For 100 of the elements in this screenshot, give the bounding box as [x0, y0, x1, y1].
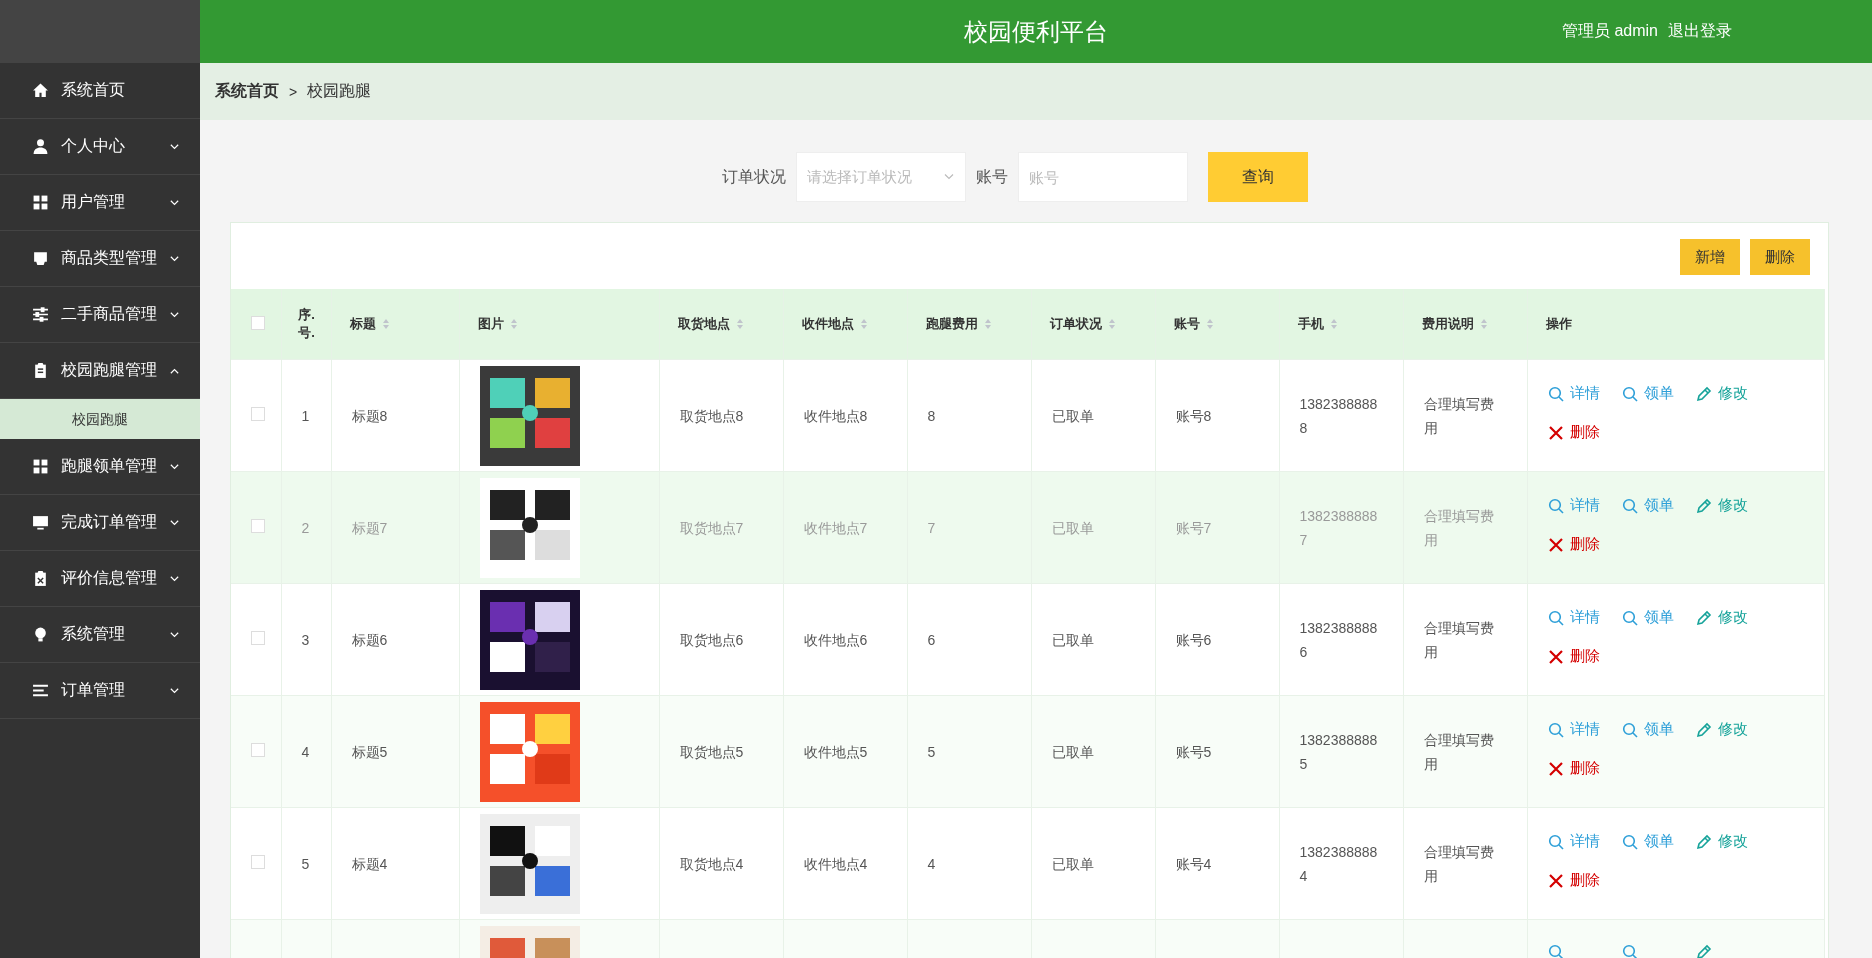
sort-icon[interactable] — [381, 318, 390, 330]
sort-icon[interactable] — [859, 318, 868, 330]
bulb-icon — [32, 626, 49, 643]
details-link[interactable]: 详情 — [1547, 496, 1600, 515]
row-checkbox[interactable] — [251, 743, 265, 757]
row-checkbox[interactable] — [251, 855, 265, 869]
user-label: 管理员 admin — [1561, 21, 1658, 41]
column-header: 图片 — [477, 315, 504, 333]
app-title: 校园便利平台 — [964, 16, 1108, 47]
column-header: 操作 — [1545, 315, 1572, 333]
delete-link[interactable]: 删除 — [1547, 535, 1600, 554]
title-cell-text: 标题4 — [351, 854, 388, 874]
search-icon — [1547, 609, 1564, 626]
sort-icon[interactable] — [1479, 318, 1488, 330]
pickup-cell-text: 取货地点7 — [679, 518, 744, 538]
details-link[interactable]: 详情 — [1547, 720, 1600, 739]
sidebar-item-label: 系统管理 — [61, 624, 126, 644]
title-cell-text: 标题7 — [351, 518, 388, 538]
select-all-checkbox[interactable] — [251, 315, 265, 330]
take-order-link[interactable]: 领单 — [1621, 384, 1674, 403]
delete-link[interactable]: 删除 — [1547, 759, 1600, 778]
take-order-link[interactable]: 领单 — [1621, 720, 1674, 739]
account-field[interactable]: 账号 — [1017, 152, 1188, 202]
account-cell-text: 账号7 — [1175, 518, 1212, 538]
account-cell-text: 账号6 — [1175, 630, 1212, 650]
delivery-cell-text: 收件地点8 — [803, 406, 868, 426]
sort-icon[interactable] — [509, 318, 518, 330]
breadcrumb-link[interactable]: 系统首页 — [215, 81, 279, 102]
sort-icon[interactable] — [1329, 318, 1338, 330]
sidebar-subitem[interactable]: 校园跑腿 — [0, 399, 200, 439]
edit-link[interactable]: 修改 — [1695, 832, 1748, 851]
take-order-link[interactable]: 领单 — [1621, 832, 1674, 851]
user-icon — [32, 138, 49, 155]
delete-link[interactable]: 删除 — [1547, 871, 1600, 890]
edit-link[interactable]: 修改 — [1695, 720, 1748, 739]
take-order-link[interactable]: 领单 — [1621, 496, 1674, 515]
sort-icon[interactable] — [983, 318, 992, 330]
cross-icon — [1547, 648, 1564, 665]
column-header: 账号 — [1173, 315, 1200, 333]
edit-link[interactable] — [1695, 944, 1712, 958]
search-icon — [1547, 833, 1564, 850]
sidebar-item-label: 用户管理 — [61, 192, 126, 212]
status-cell-text: 已取单 — [1051, 406, 1094, 426]
edit-link[interactable]: 修改 — [1695, 384, 1748, 403]
column-header: 费用说明 — [1421, 315, 1474, 333]
column-header: 标题 — [349, 315, 376, 333]
status-cell-text: 已取单 — [1051, 630, 1094, 650]
row-checkbox[interactable] — [251, 519, 265, 533]
list-icon — [32, 682, 49, 699]
row-checkbox[interactable] — [251, 631, 265, 645]
pencil-icon — [1695, 497, 1712, 514]
pickup-cell-text: 取货地点4 — [679, 854, 744, 874]
sort-icon[interactable] — [1205, 318, 1214, 330]
clip-icon — [32, 362, 49, 379]
phone-cell-text: 13823888885 — [1299, 730, 1379, 774]
title-cell-text: 标题8 — [351, 406, 388, 426]
filter-label: 订单状况 — [721, 166, 786, 187]
delete-link[interactable]: 删除 — [1547, 647, 1600, 666]
details-link[interactable]: 详情 — [1547, 608, 1600, 627]
pickup-cell-text: 取货地点6 — [679, 630, 744, 650]
pencil-icon — [1695, 944, 1712, 958]
details-link[interactable]: 详情 — [1547, 384, 1600, 403]
take-order-link[interactable] — [1621, 944, 1638, 958]
search-button[interactable]: 查询 — [1207, 152, 1308, 202]
edit-link[interactable]: 修改 — [1695, 496, 1748, 515]
search-icon — [1621, 609, 1638, 626]
pencil-icon — [1695, 721, 1712, 738]
status-cell-text: 已取单 — [1051, 854, 1094, 874]
edit-link[interactable]: 修改 — [1695, 608, 1748, 627]
fee-cell-text: 6 — [927, 630, 936, 650]
account-cell-text: 账号4 — [1175, 854, 1212, 874]
fee-note-cell-text: 合理填写费用 — [1423, 618, 1495, 662]
index-cell-text: 2 — [301, 518, 310, 538]
details-link[interactable] — [1547, 944, 1564, 958]
fee-cell-text: 4 — [927, 854, 936, 874]
pencil-icon — [1695, 833, 1712, 850]
delete-link[interactable]: 删除 — [1547, 423, 1600, 442]
logout-link[interactable]: 退出登录 — [1668, 21, 1732, 42]
sidebar-item-label: 订单管理 — [61, 680, 126, 700]
row-checkbox[interactable] — [251, 407, 265, 421]
details-link[interactable]: 详情 — [1547, 832, 1600, 851]
clipx-icon — [32, 570, 49, 587]
add-button[interactable]: 新增 — [1680, 239, 1740, 275]
search-icon — [1547, 944, 1564, 958]
search-icon — [1621, 497, 1638, 514]
phone-cell-text: 13823888884 — [1299, 842, 1379, 886]
fee-cell-text: 5 — [927, 742, 936, 762]
fee-note-cell-text: 合理填写费用 — [1423, 730, 1495, 774]
fee-note-cell-text: 合理填写费用 — [1423, 394, 1495, 438]
sort-icon[interactable] — [1107, 318, 1116, 330]
sort-icon[interactable] — [735, 318, 744, 330]
sidebar-item-label: 跑腿领单管理 — [61, 456, 158, 476]
column-header: 手机 — [1297, 315, 1324, 333]
delivery-cell-text: 收件地点7 — [803, 518, 868, 538]
sidebar-item-label: 系统首页 — [61, 80, 126, 100]
take-order-link[interactable]: 领单 — [1621, 608, 1674, 627]
delete-button[interactable]: 删除 — [1750, 239, 1810, 275]
sidebar-item-label: 个人中心 — [61, 136, 126, 156]
breadcrumb-link[interactable]: 校园跑腿 — [307, 81, 372, 102]
pickup-cell-text: 取货地点8 — [679, 406, 744, 426]
